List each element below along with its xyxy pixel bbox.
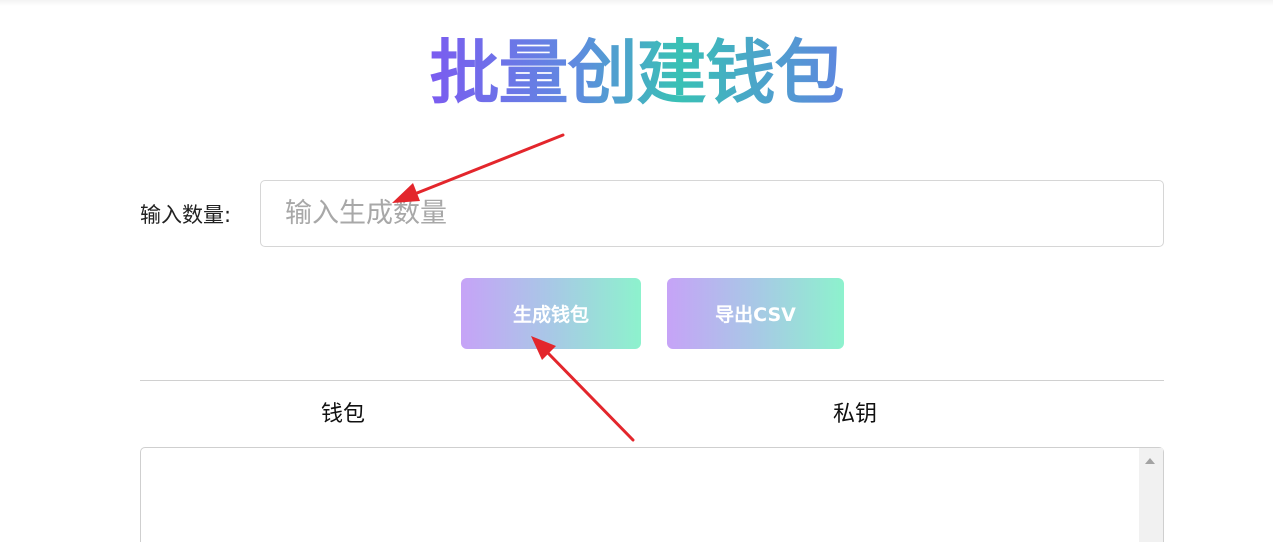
wallet-output-area[interactable] — [140, 447, 1164, 542]
quantity-input[interactable] — [260, 180, 1164, 247]
browser-top-shadow — [0, 0, 1273, 6]
page: 批量创建钱包 输入数量: 生成钱包 导出CSV 钱包 私钥 — [0, 0, 1273, 542]
quantity-label: 输入数量: — [140, 203, 232, 227]
column-header-wallet: 钱包 — [321, 402, 366, 427]
scroll-up-arrow-icon[interactable] — [1145, 458, 1155, 464]
export-csv-label: 导出CSV — [715, 304, 796, 326]
output-scrollbar[interactable] — [1139, 448, 1163, 542]
section-divider — [140, 380, 1164, 381]
generate-wallets-button[interactable]: 生成钱包 — [461, 278, 641, 349]
page-title: 批量创建钱包 — [0, 28, 1273, 118]
page-title-text: 批量创建钱包 — [429, 32, 845, 114]
arrow-to-generate-button-icon — [531, 336, 635, 442]
generate-wallets-label: 生成钱包 — [512, 304, 589, 326]
export-csv-button[interactable]: 导出CSV — [667, 278, 844, 349]
column-header-private-key: 私钥 — [833, 402, 878, 427]
